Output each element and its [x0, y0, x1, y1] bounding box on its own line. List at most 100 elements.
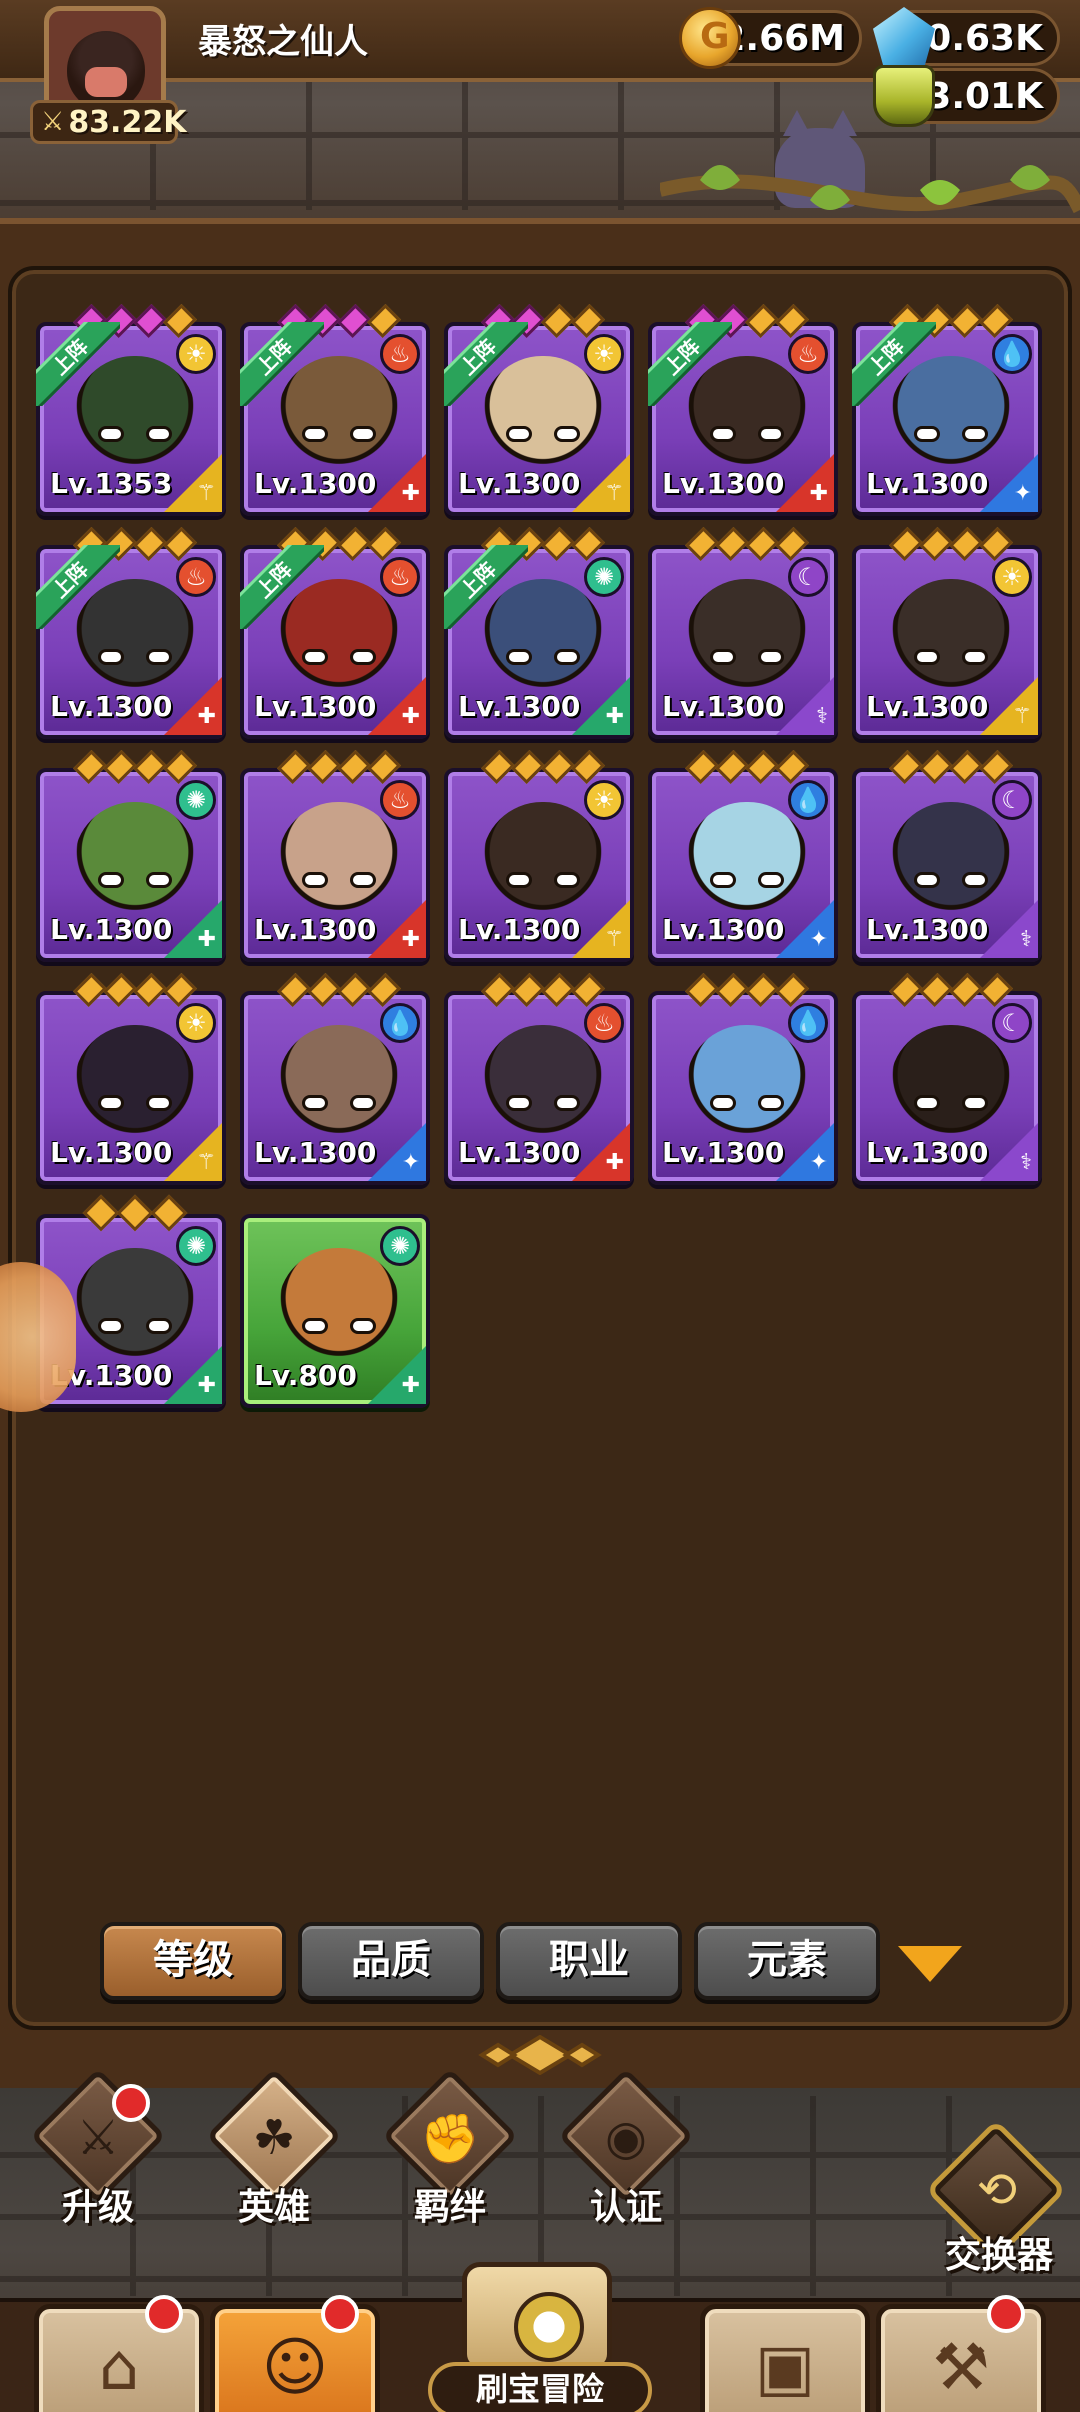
- star-icon: [541, 527, 575, 561]
- exchanger-button[interactable]: ⟲ 交换器: [924, 2119, 1074, 2280]
- hero-card[interactable]: ☀ ⚚ Lv.1300: [36, 973, 226, 1185]
- nav-shop[interactable]: ⌂: [34, 2295, 204, 2412]
- hero-card[interactable]: 上阵 ♨ ✚ Lv.1300: [648, 304, 838, 516]
- nav-adventure[interactable]: 刷宝冒险: [422, 2262, 658, 2412]
- hero-card[interactable]: 上阵 ♨ ✚ Lv.1300: [36, 527, 226, 739]
- hero-card[interactable]: 上阵 ✺ ✚ Lv.1300: [444, 527, 634, 739]
- star-icon: [775, 304, 809, 338]
- hero-card[interactable]: 上阵 ♨ ✚ Lv.1300: [240, 304, 430, 516]
- eye: [506, 872, 532, 888]
- nav-backpack[interactable]: ▣: [700, 2304, 870, 2412]
- hero-card[interactable]: ☾ ⚕ Lv.1300: [852, 973, 1042, 1185]
- hero-portrait: [686, 1025, 808, 1149]
- hero-card[interactable]: ☾ ⚕ Lv.1300: [852, 750, 1042, 962]
- hero-portrait: [482, 1025, 604, 1149]
- power-value: 83.22K: [68, 104, 187, 140]
- gold-counter[interactable]: 2.66M: [679, 7, 862, 69]
- hero-card[interactable]: 上阵 ☀ ⚚ Lv.1300: [444, 304, 634, 516]
- certify-button[interactable]: ◉ 认证: [548, 2068, 698, 2228]
- eye: [98, 1318, 124, 1334]
- player-name: 暴怒之仙人: [198, 22, 368, 62]
- eye: [146, 649, 172, 665]
- star-icon: [481, 750, 515, 784]
- potion-counter[interactable]: 43.01K: [873, 65, 1060, 127]
- hero-card[interactable]: 💧 ✦ Lv.1300: [648, 973, 838, 1185]
- on-team-ribbon: 上阵: [240, 545, 324, 629]
- combat-power: ⚔ 83.22K: [30, 100, 186, 144]
- bond-button[interactable]: ✊ 羁绊: [372, 2068, 522, 2228]
- hero-card[interactable]: 上阵 💧 ✦ Lv.1300: [852, 304, 1042, 516]
- class-glyph-icon: ✚: [197, 704, 216, 729]
- eye: [146, 426, 172, 442]
- on-team-ribbon: 上阵: [852, 322, 936, 406]
- hero-card[interactable]: 💧 ✦ Lv.1300: [648, 750, 838, 962]
- eye: [554, 1095, 580, 1111]
- class-glyph-icon: ✚: [809, 481, 828, 506]
- eye: [710, 872, 736, 888]
- nav-heroes[interactable]: ☺: [210, 2295, 380, 2412]
- star-rank: [685, 750, 809, 784]
- eye: [710, 426, 736, 442]
- star-icon: [163, 973, 197, 1007]
- class-glyph-icon: ⚚: [196, 481, 216, 506]
- hero-level: Lv.1300: [254, 690, 377, 723]
- on-team-label: 上阵: [36, 545, 120, 629]
- eye: [146, 872, 172, 888]
- star-icon: [82, 1194, 120, 1232]
- sort-tab-level[interactable]: 等级: [100, 1922, 286, 2000]
- hero-eyes: [506, 872, 580, 890]
- heroes-button[interactable]: ☘ 英雄: [196, 2068, 346, 2228]
- light-element-icon: ☀: [176, 1003, 216, 1043]
- hero-eyes: [506, 1095, 580, 1113]
- star-icon: [337, 527, 371, 561]
- hero-portrait: [482, 802, 604, 926]
- class-glyph-icon: ✚: [197, 1373, 216, 1398]
- notification-dot: [321, 2295, 359, 2333]
- hero-level: Lv.1300: [50, 690, 173, 723]
- hero-level: Lv.1300: [662, 913, 785, 946]
- certify-label: 认证: [589, 2187, 662, 2228]
- eye: [506, 649, 532, 665]
- hero-card[interactable]: ☀ ⚚ Lv.1300: [444, 750, 634, 962]
- exchanger-label: 交换器: [944, 2235, 1053, 2276]
- class-glyph-icon: ✚: [401, 704, 420, 729]
- hero-card[interactable]: ✺ ✚ Lv.1300: [36, 750, 226, 962]
- sort-tab-class[interactable]: 职业: [496, 1922, 682, 2000]
- hero-card[interactable]: 💧 ✦ Lv.1300: [240, 973, 430, 1185]
- hero-card[interactable]: 上阵 ♨ ✚ Lv.1300: [240, 527, 430, 739]
- star-rank: [685, 973, 809, 1007]
- upgrade-button[interactable]: ⚔ 升级: [20, 2068, 170, 2228]
- class-glyph-icon: ⚚: [604, 481, 624, 506]
- hero-card[interactable]: ♨ ✚ Lv.1300: [444, 973, 634, 1185]
- star-icon: [133, 304, 167, 338]
- sort-tab-quality[interactable]: 品质: [298, 1922, 484, 2000]
- hero-eyes: [506, 426, 580, 444]
- star-icon: [337, 750, 371, 784]
- hero-level: Lv.1300: [662, 1136, 785, 1169]
- hero-card[interactable]: 上阵 ☀ ⚚ Lv.1353: [36, 304, 226, 516]
- floating-orb-icon[interactable]: [0, 1262, 76, 1412]
- hero-level: Lv.1300: [866, 690, 989, 723]
- hero-eyes: [302, 426, 376, 444]
- hero-card[interactable]: ☀ ⚚ Lv.1300: [852, 527, 1042, 739]
- hero-card[interactable]: ♨ ✚ Lv.1300: [240, 750, 430, 962]
- star-rank: [481, 750, 605, 784]
- on-team-ribbon: 上阵: [648, 322, 732, 406]
- hero-level: Lv.800: [254, 1359, 357, 1392]
- hero-card[interactable]: ☾ ⚕ Lv.1300: [648, 527, 838, 739]
- class-glyph-icon: ✦: [809, 1150, 828, 1175]
- eye: [962, 649, 988, 665]
- gem-counter[interactable]: 10.63K: [873, 7, 1060, 69]
- sort-tab-element[interactable]: 元素: [694, 1922, 880, 2000]
- light-element-icon: ☀: [176, 334, 216, 374]
- sort-order-arrow-icon[interactable]: [898, 1946, 962, 1982]
- class-glyph-icon: ✚: [197, 927, 216, 952]
- hero-eyes: [98, 649, 172, 667]
- nav-forge[interactable]: ⚒: [876, 2295, 1046, 2412]
- star-icon: [133, 527, 167, 561]
- hero-eyes: [302, 649, 376, 667]
- hero-level: Lv.1300: [50, 1136, 173, 1169]
- hero-level: Lv.1300: [458, 913, 581, 946]
- on-team-label: 上阵: [648, 322, 732, 406]
- hero-card[interactable]: ✺ ✚ Lv.800: [240, 1214, 430, 1408]
